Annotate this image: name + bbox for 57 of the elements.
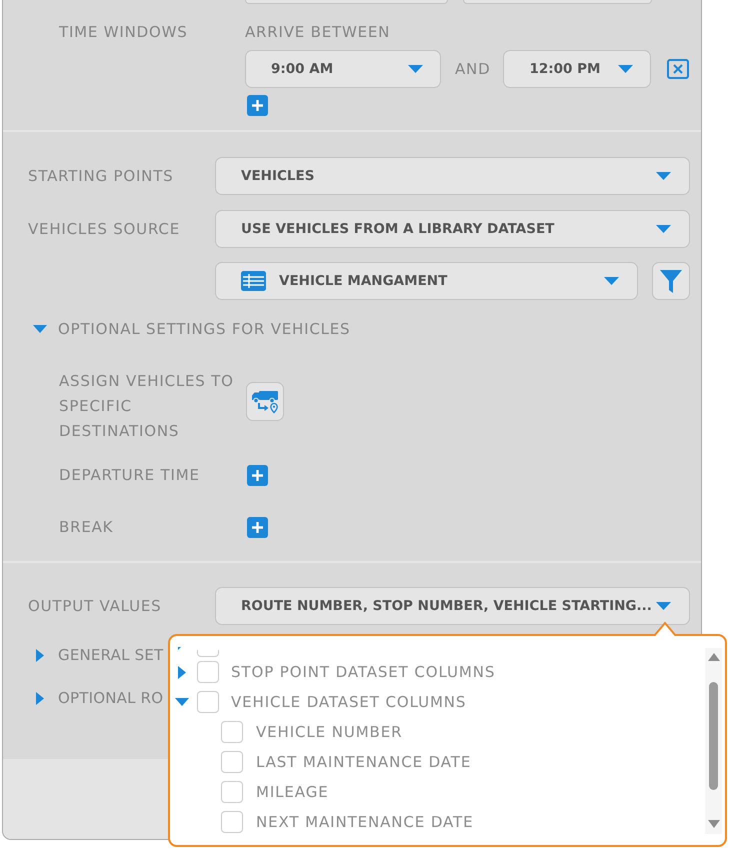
scroll-down-icon[interactable] xyxy=(708,820,720,828)
dropdown[interactable]: ROUTE NUMBER, STOP NUMBER, VEHICLE STARTING... xyxy=(215,587,690,625)
caret-icon xyxy=(178,647,181,650)
field-label: VEHICLES SOURCE xyxy=(28,219,181,239)
remove-button[interactable] xyxy=(667,59,690,79)
checkbox[interactable] xyxy=(221,781,243,803)
plus-icon xyxy=(252,100,263,111)
option-label[interactable]: VEHICLE DATASET COLUMNS xyxy=(231,693,466,711)
checkbox[interactable] xyxy=(221,811,243,833)
time-dropdown[interactable]: 9:00 AM xyxy=(245,50,441,88)
field-label: BREAK xyxy=(59,516,114,538)
checkbox[interactable] xyxy=(197,691,219,713)
assign-button[interactable] xyxy=(246,382,284,421)
plus-icon xyxy=(252,522,263,532)
caret-icon xyxy=(604,277,619,285)
add-button[interactable] xyxy=(247,516,268,538)
dropdown[interactable]: VEHICLES xyxy=(215,157,690,195)
caret-icon xyxy=(618,65,634,73)
caret-icon[interactable] xyxy=(178,666,186,678)
option-label[interactable]: STOP POINT DATASET COLUMNS xyxy=(231,663,496,681)
funnel-icon xyxy=(660,270,682,292)
dropdown[interactable]: USE VEHICLES FROM A LIBRARY DATASET xyxy=(215,210,690,248)
range-joiner: AND xyxy=(455,59,490,79)
add-button[interactable] xyxy=(247,95,268,116)
caret-icon xyxy=(408,65,423,73)
section-toggle[interactable]: OPTIONAL SETTINGS FOR VEHICLES xyxy=(28,319,350,339)
checkbox[interactable] xyxy=(197,661,219,683)
option-label[interactable]: MILEAGE xyxy=(256,783,329,801)
section-toggle[interactable]: OPTIONAL RO xyxy=(28,688,164,708)
field-label: STARTING POINTS xyxy=(28,166,174,186)
field-label: ASSIGN VEHICLES TO SPECIFIC DESTINATIONS xyxy=(59,371,235,442)
field-label: OUTPUT VALUES xyxy=(28,596,162,616)
field-label: DEPARTURE TIME xyxy=(59,464,201,486)
table-icon xyxy=(241,271,266,291)
checkbox[interactable] xyxy=(221,751,243,773)
caret-icon xyxy=(656,225,671,233)
scroll-up-icon[interactable] xyxy=(708,653,720,661)
section-toggle[interactable]: GENERAL SET xyxy=(28,645,164,665)
option-label[interactable]: NEXT MAINTENANCE DATE xyxy=(256,813,474,831)
filter-button[interactable] xyxy=(652,262,690,300)
checkbox[interactable] xyxy=(197,650,219,657)
field-label: ARRIVE BETWEEN xyxy=(245,22,390,42)
caret-icon xyxy=(656,602,671,610)
scrollbar-track[interactable] xyxy=(705,648,722,834)
close-icon xyxy=(673,64,684,74)
caret-icon xyxy=(656,172,671,180)
field-label: TIME WINDOWS xyxy=(59,22,189,42)
option-label[interactable]: LAST MAINTENANCE DATE xyxy=(256,753,472,771)
caret-icon[interactable] xyxy=(175,698,189,706)
plus-icon xyxy=(252,470,263,480)
add-button[interactable] xyxy=(247,464,268,486)
scrollbar-thumb[interactable] xyxy=(709,682,718,790)
checkbox[interactable] xyxy=(221,721,243,743)
truck-arrow-pin-icon xyxy=(251,390,279,414)
time-dropdown[interactable]: 12:00 PM xyxy=(503,50,652,88)
option-label[interactable]: VEHICLE NUMBER xyxy=(256,723,402,741)
dataset-dropdown[interactable]: VEHICLE MANGAMENT xyxy=(215,262,638,300)
